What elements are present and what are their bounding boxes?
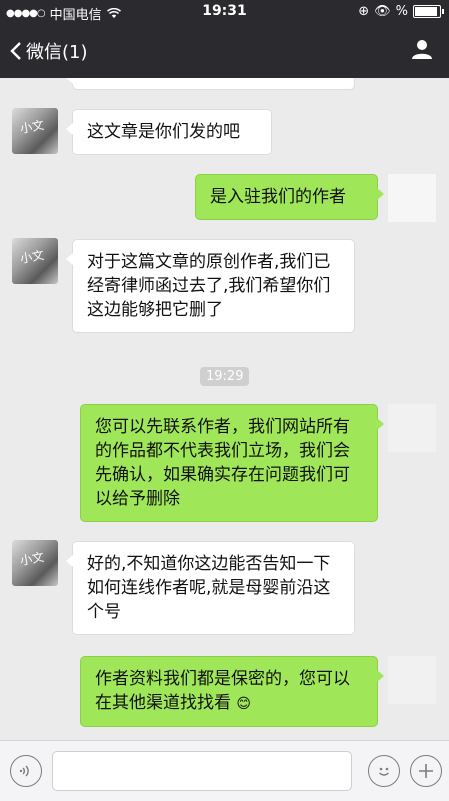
timestamp-label: 19:29	[200, 367, 250, 386]
battery-percent: %	[395, 4, 408, 19]
avatar-text: 小文	[19, 550, 46, 568]
message-bubble-outgoing: 是入驻我们的作者	[195, 174, 384, 220]
message-bubble-outgoing: 作者资料我们都是保密的，您可以在其他渠道找找看 😊	[80, 656, 384, 727]
avatar[interactable]: 小文	[12, 540, 58, 586]
chat-area: 小文 这文章是你们发的吧 是入驻我们的作者 小文 对于这篇文章的原创作者,我们已…	[0, 78, 449, 740]
voice-icon	[19, 765, 29, 777]
message-bubble-incoming: 这文章是你们发的吧	[66, 109, 272, 155]
person-icon	[412, 40, 432, 59]
voice-button[interactable]	[10, 755, 42, 787]
my-avatar[interactable]	[388, 404, 436, 452]
add-button[interactable]	[410, 755, 442, 787]
plus-icon	[419, 764, 433, 778]
message-text: 作者资料我们都是保密的，您可以在其他渠道找找看	[95, 669, 350, 713]
smiley-icon	[379, 767, 389, 776]
status-bar: ●●●●○ 中国电信 19:31 ⊕ 👁 %	[0, 0, 449, 24]
avatar-text: 小文	[19, 118, 46, 136]
contact-profile-button[interactable]	[411, 38, 433, 64]
chevron-left-icon	[10, 42, 21, 60]
eye-icon: 👁	[374, 4, 391, 19]
avatar-text: 小文	[19, 248, 46, 266]
message-bubble-incoming: 对于这篇文章的原创作者,我们已经寄律师函过去了,我们希望你们这边能够把它删了	[66, 239, 355, 333]
message-bubble-outgoing: 您可以先联系作者，我们网站所有的作品都不代表我们立场，我们会先确认，如果确实存在…	[80, 404, 384, 522]
emoji-button[interactable]	[368, 755, 400, 787]
smile-emoji-icon: 😊	[236, 696, 252, 712]
avatar[interactable]: 小文	[12, 108, 58, 154]
message-bubble-incoming: 好的,不知道你这边能否告知一下如何连线作者呢,就是母婴前沿这个号	[66, 541, 355, 635]
avatar[interactable]: 小文	[12, 238, 58, 284]
nav-bar: 微信(1)	[0, 24, 449, 78]
my-avatar[interactable]	[388, 174, 436, 222]
battery-icon	[413, 5, 444, 18]
back-button[interactable]: 微信(1)	[10, 38, 88, 64]
input-bar	[0, 740, 449, 801]
message-bubble-partial	[66, 78, 355, 90]
back-label: 微信(1)	[26, 42, 88, 63]
my-avatar[interactable]	[388, 656, 436, 704]
lock-rotation-icon: ⊕	[358, 4, 370, 19]
message-input[interactable]	[52, 751, 352, 791]
